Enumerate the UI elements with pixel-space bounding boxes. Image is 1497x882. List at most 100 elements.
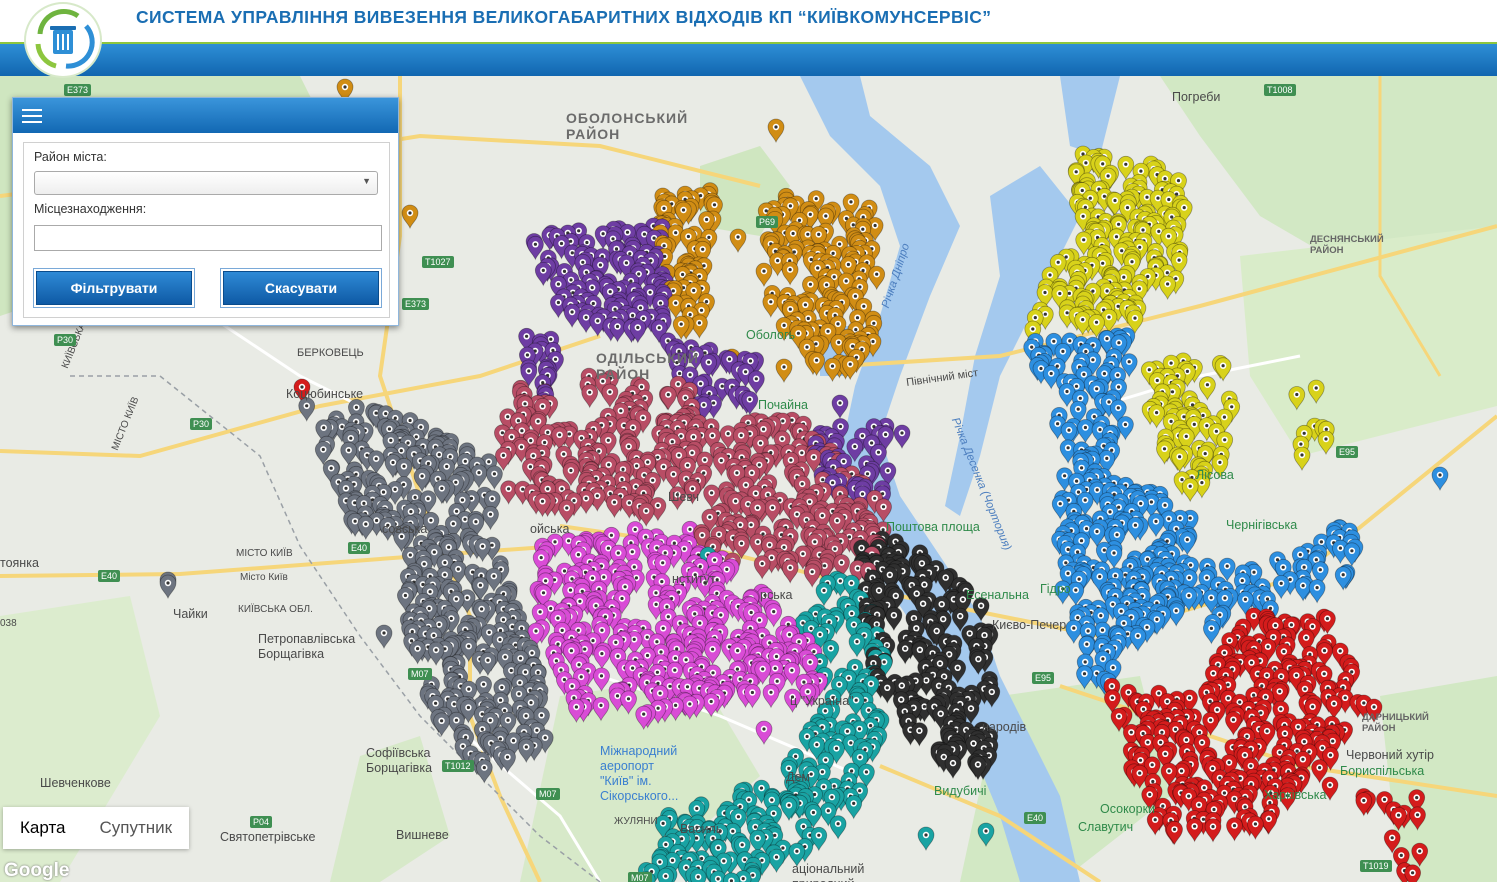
waste-point-marker[interactable]	[485, 465, 503, 490]
waste-point-marker[interactable]	[1319, 610, 1336, 635]
waste-point-marker[interactable]	[593, 667, 610, 692]
waste-point-marker[interactable]	[1272, 575, 1290, 600]
waste-point-marker[interactable]	[780, 796, 798, 822]
waste-point-marker[interactable]	[689, 868, 707, 882]
waste-point-marker[interactable]	[427, 641, 445, 667]
waste-point-marker[interactable]	[1411, 842, 1429, 868]
waste-point-marker[interactable]	[1148, 404, 1165, 429]
waste-point-marker[interactable]	[762, 683, 780, 709]
waste-point-marker[interactable]	[741, 391, 759, 416]
waste-point-marker[interactable]	[893, 424, 911, 450]
waste-point-marker[interactable]	[635, 705, 653, 731]
waste-point-marker[interactable]	[409, 640, 427, 665]
waste-point-marker[interactable]	[848, 633, 866, 658]
waste-point-marker[interactable]	[1307, 379, 1325, 405]
waste-point-marker[interactable]	[896, 640, 914, 665]
waste-point-marker[interactable]	[1105, 544, 1123, 570]
waste-point-marker[interactable]	[765, 603, 783, 628]
waste-point-marker[interactable]	[775, 358, 793, 384]
waste-point-marker[interactable]	[1171, 448, 1188, 473]
waste-point-marker[interactable]	[702, 693, 720, 718]
hamburger-menu-icon[interactable]	[22, 109, 42, 123]
map-type-satellite-button[interactable]: Супутник	[83, 807, 190, 849]
waste-point-marker[interactable]	[606, 493, 623, 519]
waste-point-marker[interactable]	[803, 563, 821, 588]
waste-point-marker[interactable]	[1203, 620, 1220, 645]
waste-point-marker[interactable]	[298, 397, 316, 422]
waste-point-marker[interactable]	[637, 502, 655, 527]
waste-point-marker[interactable]	[1343, 542, 1361, 567]
map-type-map-button[interactable]: Карта	[3, 807, 83, 849]
location-input[interactable]	[34, 225, 382, 251]
waste-point-marker[interactable]	[868, 265, 886, 291]
filter-button[interactable]: Фільтрувати	[36, 271, 192, 305]
waste-point-marker[interactable]	[1186, 817, 1203, 843]
waste-point-marker[interactable]	[845, 795, 863, 820]
waste-point-marker[interactable]	[593, 645, 611, 670]
waste-point-marker[interactable]	[1317, 430, 1335, 456]
waste-point-marker[interactable]	[1226, 817, 1243, 842]
waste-point-marker[interactable]	[1325, 695, 1343, 720]
waste-point-marker[interactable]	[375, 624, 393, 650]
waste-point-marker[interactable]	[581, 383, 599, 409]
waste-point-marker[interactable]	[482, 505, 499, 531]
waste-point-marker[interactable]	[944, 754, 962, 780]
waste-point-marker[interactable]	[781, 559, 799, 584]
waste-point-marker[interactable]	[1129, 627, 1147, 652]
waste-point-marker[interactable]	[1204, 818, 1222, 843]
waste-point-marker[interactable]	[1051, 495, 1069, 520]
waste-point-marker[interactable]	[517, 738, 535, 764]
waste-point-marker[interactable]	[764, 499, 781, 524]
waste-point-marker[interactable]	[824, 357, 841, 383]
waste-point-marker[interactable]	[768, 848, 785, 874]
waste-point-marker[interactable]	[983, 683, 1001, 708]
waste-point-marker[interactable]	[1308, 579, 1326, 604]
waste-point-marker[interactable]	[1355, 792, 1373, 817]
waste-point-marker[interactable]	[659, 386, 677, 411]
waste-point-marker[interactable]	[755, 262, 773, 288]
waste-point-marker[interactable]	[1294, 577, 1312, 602]
waste-point-marker[interactable]	[729, 228, 747, 254]
waste-point-marker[interactable]	[885, 606, 903, 632]
waste-point-marker[interactable]	[500, 480, 518, 505]
waste-point-marker[interactable]	[911, 722, 928, 747]
waste-point-marker[interactable]	[875, 498, 892, 523]
waste-point-marker[interactable]	[949, 659, 967, 684]
waste-point-marker[interactable]	[563, 303, 581, 329]
waste-point-marker[interactable]	[917, 826, 935, 852]
waste-point-marker[interactable]	[747, 370, 765, 395]
waste-point-marker[interactable]	[755, 720, 773, 746]
waste-point-marker[interactable]	[1147, 513, 1165, 538]
waste-point-marker[interactable]	[810, 826, 828, 852]
waste-point-marker[interactable]	[1077, 419, 1094, 444]
waste-point-marker[interactable]	[753, 555, 771, 580]
waste-point-marker[interactable]	[401, 204, 419, 230]
waste-point-marker[interactable]	[620, 690, 637, 715]
waste-point-marker[interactable]	[479, 651, 497, 677]
waste-point-marker[interactable]	[534, 262, 552, 287]
waste-point-marker[interactable]	[159, 574, 177, 600]
waste-point-marker[interactable]	[1178, 531, 1196, 556]
waste-point-marker[interactable]	[1076, 665, 1093, 690]
waste-point-marker[interactable]	[558, 499, 576, 525]
waste-point-marker[interactable]	[1065, 619, 1083, 645]
waste-point-marker[interactable]	[657, 867, 675, 882]
waste-point-marker[interactable]	[1409, 806, 1426, 831]
cancel-button[interactable]: Скасувати	[223, 271, 379, 305]
waste-point-marker[interactable]	[808, 351, 825, 377]
waste-point-marker[interactable]	[767, 118, 785, 144]
waste-point-marker[interactable]	[781, 261, 799, 286]
waste-point-marker[interactable]	[1334, 566, 1352, 591]
district-select[interactable]: ▼	[34, 171, 378, 195]
waste-point-marker[interactable]	[413, 467, 431, 493]
waste-point-marker[interactable]	[1214, 357, 1232, 382]
waste-point-marker[interactable]	[829, 815, 847, 840]
waste-point-marker[interactable]	[1404, 864, 1421, 882]
waste-point-marker[interactable]	[433, 712, 451, 737]
waste-point-marker[interactable]	[475, 759, 493, 784]
waste-point-marker[interactable]	[1117, 155, 1135, 181]
waste-point-marker[interactable]	[1288, 386, 1306, 411]
waste-point-marker[interactable]	[762, 293, 780, 318]
waste-point-marker[interactable]	[977, 822, 995, 848]
waste-point-marker[interactable]	[1166, 821, 1183, 846]
